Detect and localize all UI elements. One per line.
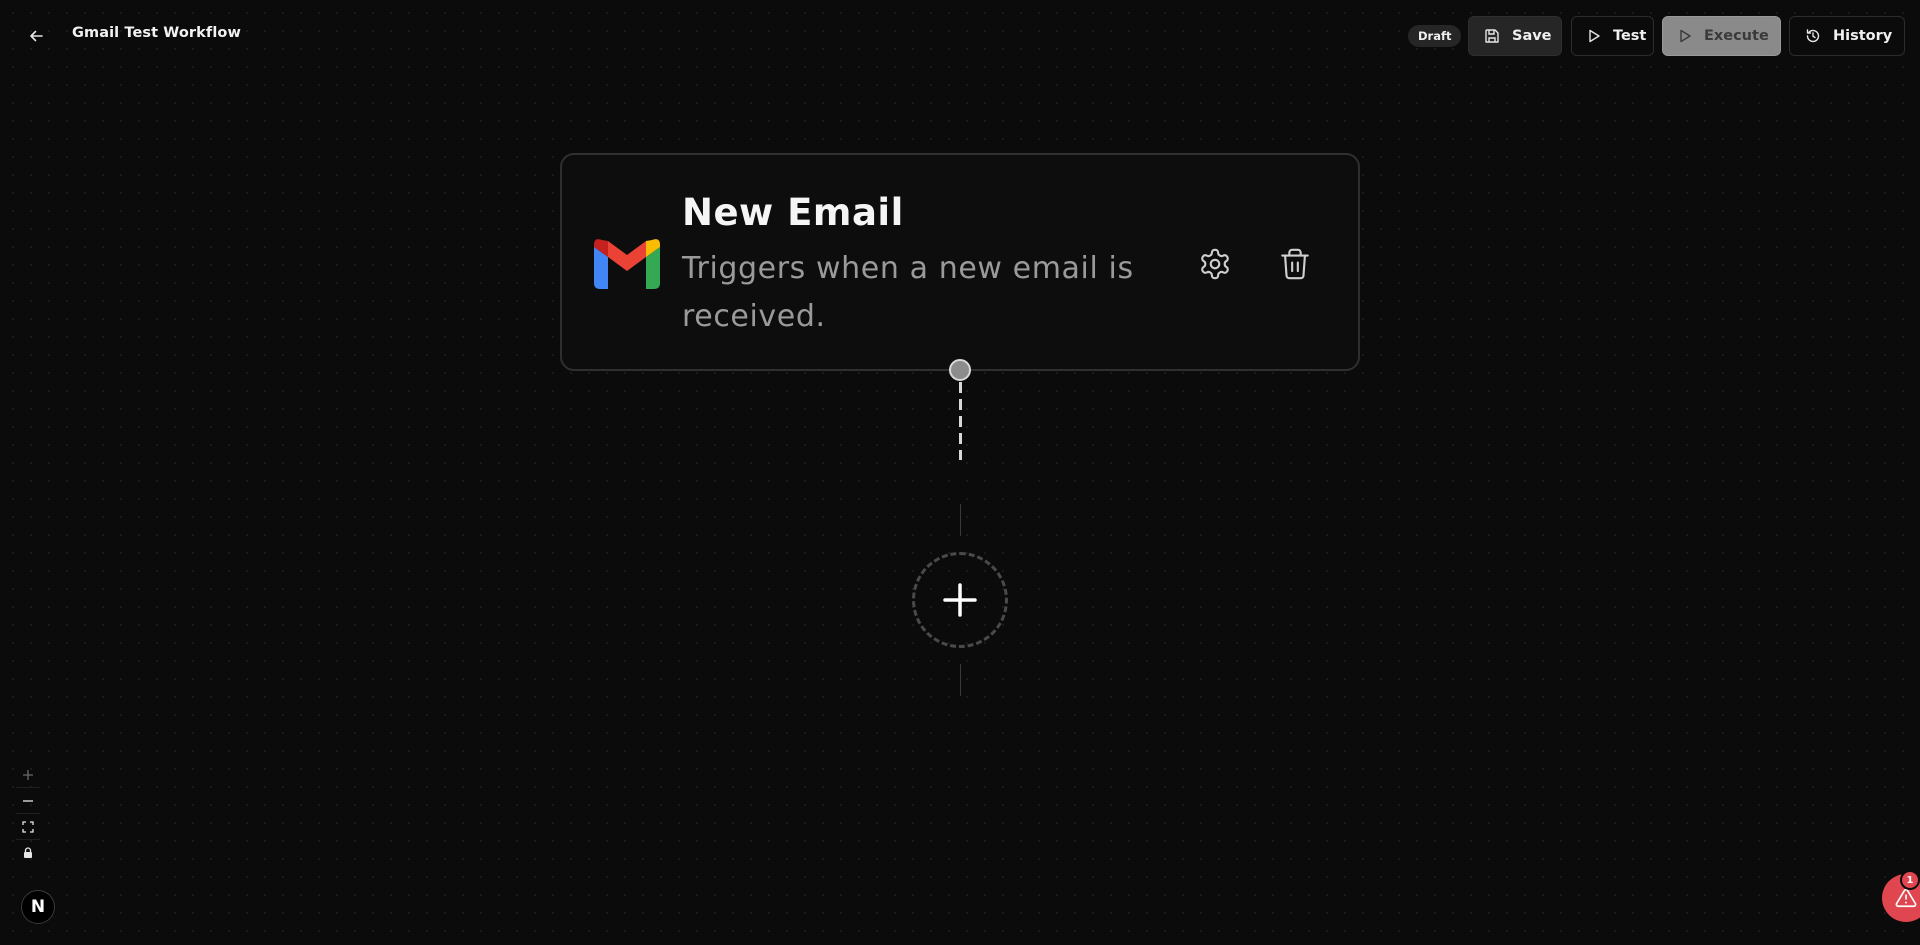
back-button[interactable] [22,24,50,48]
arrow-left-icon [30,30,43,42]
plus-icon [23,769,33,780]
node-title: New Email [682,191,904,234]
trash-icon [1281,248,1309,280]
app-logo[interactable]: N [21,890,55,924]
node-description: Triggers when a new email is received. [682,251,1134,334]
lock-canvas-button[interactable] [16,840,40,866]
gmail-icon [594,239,660,289]
test-label: Test [1613,28,1647,44]
status-badge: Draft [1408,25,1462,47]
plus-icon [943,583,977,617]
add-node-button[interactable] [912,552,1008,648]
node-settings-button[interactable] [1198,247,1232,281]
save-button[interactable]: Save [1468,16,1562,56]
connector-line [959,382,962,460]
node-delete-button[interactable] [1278,247,1312,281]
minus-icon [23,799,33,802]
edge-line-top [960,504,961,536]
canvas-controls [16,762,40,866]
trigger-node-card[interactable]: New Email Triggers when a new email is r… [560,153,1360,371]
gear-icon [1201,248,1229,280]
warning-triangle-icon [1895,888,1917,908]
node-output-handle[interactable] [949,359,971,381]
play-icon [1589,29,1600,43]
workflow-title: Gmail Test Workflow [72,25,241,41]
save-label: Save [1512,28,1552,44]
history-icon [1806,29,1820,43]
history-label: History [1833,28,1893,44]
fullscreen-icon [22,820,34,833]
save-icon [1485,29,1499,43]
execute-label: Execute [1704,28,1769,44]
play-icon [1680,29,1691,43]
workflow-header: Gmail Test Workflow Draft Save Test Exec… [0,0,1920,72]
execute-button[interactable]: Execute [1662,16,1781,56]
test-button[interactable]: Test [1571,16,1654,56]
fit-view-button[interactable] [16,814,40,840]
history-button[interactable]: History [1789,16,1905,56]
issues-count-badge: 1 [1900,870,1920,890]
edge-line-bottom [960,664,961,696]
zoom-out-button[interactable] [16,788,40,814]
zoom-in-button[interactable] [16,762,40,788]
lock-icon [24,847,32,858]
